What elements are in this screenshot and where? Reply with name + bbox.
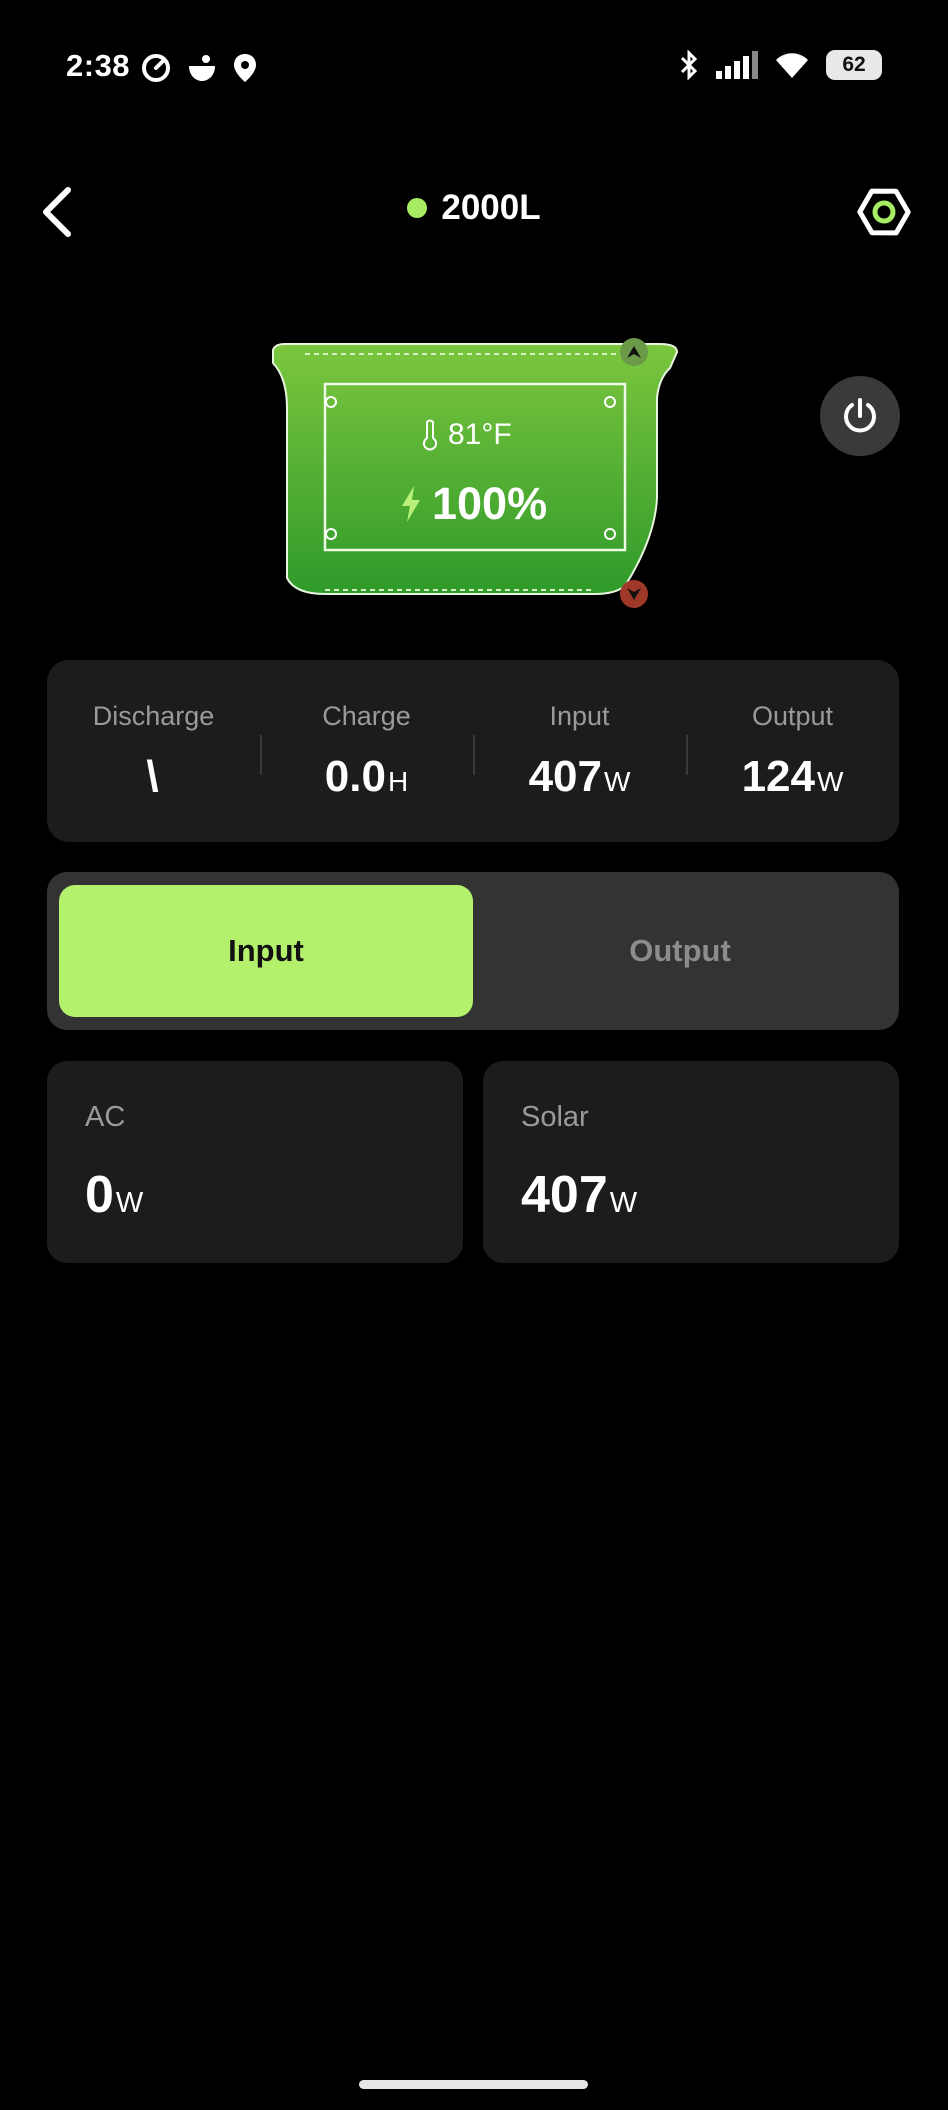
status-icons-left (140, 52, 258, 84)
stat-label: Charge (322, 700, 411, 731)
device-temperature: 81°F (420, 418, 512, 452)
source-card-solar[interactable]: Solar 407W (483, 1061, 899, 1263)
source-unit: W (115, 1187, 144, 1219)
bowl-icon (189, 55, 215, 81)
source-number: 407 (521, 1166, 608, 1224)
header-title: 2000L (0, 188, 948, 228)
device-battery-level: 100% (400, 478, 547, 530)
input-output-tabs: Input Output (47, 872, 899, 1030)
power-station-image (272, 338, 679, 608)
stat-value: 407W (473, 752, 686, 802)
stat-number: \ (146, 751, 159, 801)
stat-label: Input (549, 700, 610, 731)
stat-value: 124W (686, 752, 899, 802)
stat-discharge: Discharge \ (47, 701, 260, 802)
source-unit: W (609, 1187, 638, 1219)
sync-icon (142, 54, 170, 82)
power-button[interactable] (820, 376, 900, 456)
wifi-icon (776, 53, 808, 78)
stat-number: 0.0 (324, 751, 386, 801)
stat-label: Discharge (92, 700, 215, 731)
source-value: 0W (85, 1165, 143, 1225)
stat-output: Output 124W (686, 701, 899, 802)
battery-level-value: 100% (432, 478, 548, 529)
power-icon (844, 398, 876, 433)
online-status-dot (407, 198, 428, 218)
source-card-ac[interactable]: AC 0W (47, 1061, 463, 1263)
stat-number: 407 (528, 751, 602, 801)
signal-icon (716, 51, 758, 79)
stat-value: \ (47, 752, 260, 802)
source-number: 0 (85, 1166, 114, 1224)
stat-unit: H (387, 765, 409, 797)
source-label: AC (85, 1101, 126, 1133)
location-icon (234, 54, 256, 82)
source-label: Solar (521, 1101, 589, 1133)
battery-icon: 62 (826, 50, 882, 80)
settings-hex-icon (857, 188, 911, 236)
stat-number: 124 (741, 751, 815, 801)
stat-input: Input 407W (473, 701, 686, 802)
home-indicator[interactable] (359, 2080, 588, 2089)
tab-input[interactable]: Input (59, 885, 473, 1017)
device-name: 2000L (441, 188, 541, 227)
source-value: 407W (521, 1165, 637, 1225)
settings-button[interactable] (856, 184, 912, 240)
stat-label: Output (751, 700, 834, 731)
status-icons-right: 62 (678, 50, 882, 80)
stat-charge: Charge 0.0H (260, 701, 473, 802)
tab-output[interactable]: Output (473, 885, 887, 1017)
stats-card: Discharge \ Charge 0.0H Input 407W Outpu… (47, 660, 899, 842)
temperature-value: 81°F (448, 418, 512, 451)
thermometer-icon (422, 419, 438, 451)
status-time: 2:38 (66, 48, 131, 83)
stat-unit: W (816, 765, 844, 797)
bluetooth-icon (680, 50, 698, 80)
lightning-icon (402, 486, 420, 522)
stat-value: 0.0H (260, 752, 473, 802)
stat-unit: W (603, 765, 631, 797)
